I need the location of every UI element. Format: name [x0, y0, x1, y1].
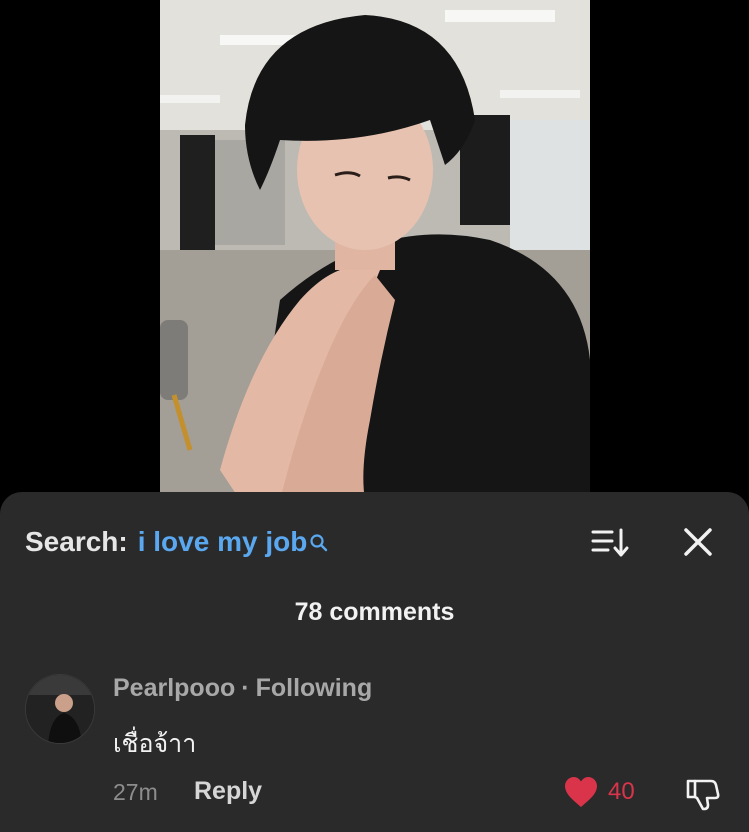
app-root: Search: i love my job 78 comments Pearlp… [0, 0, 749, 832]
search-prefix: Search: [25, 526, 128, 557]
reply-button[interactable]: Reply [194, 777, 262, 806]
search-icon[interactable] [309, 524, 329, 552]
portrait-photo [160, 0, 590, 500]
sort-button[interactable] [590, 522, 630, 562]
close-icon [684, 528, 712, 556]
comment-text: เชื่อจ้าา [113, 730, 197, 758]
comments-sheet: Search: i love my job 78 comments Pearlp… [0, 492, 749, 832]
comments-count: 78 comments [294, 598, 455, 626]
like-count: 40 [608, 778, 635, 805]
close-button[interactable] [680, 524, 716, 560]
sort-icon [591, 528, 629, 557]
comment-timestamp: 27m [113, 779, 158, 805]
search-query-link[interactable]: i love my job [138, 522, 308, 562]
comment-relation: Following [255, 674, 373, 702]
heart-icon [565, 777, 597, 807]
like-button[interactable]: 40 [563, 776, 635, 808]
thumbs-down-icon [686, 779, 720, 811]
search-title: Search: i love my job [25, 522, 329, 562]
video-frame[interactable] [160, 0, 590, 500]
comment-header: Pearlpooo · Following [113, 674, 372, 703]
comment-username[interactable]: Pearlpooo [113, 674, 235, 702]
separator-dot: · [241, 674, 250, 702]
avatar[interactable] [25, 674, 95, 744]
dislike-button[interactable] [684, 776, 720, 812]
